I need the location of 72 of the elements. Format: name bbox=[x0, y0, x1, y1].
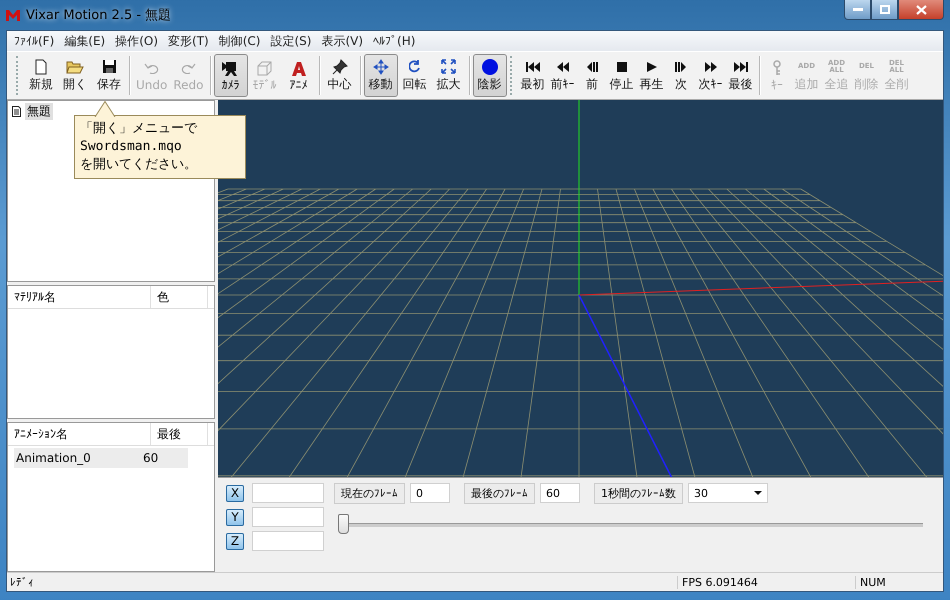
window-title: Vixar Motion 2.5 - 無題 bbox=[26, 7, 172, 24]
num-lock-indicator: NUM bbox=[855, 576, 904, 588]
toolbar-button[interactable]: 拡大 bbox=[432, 54, 466, 97]
input-field[interactable]: 60 bbox=[540, 483, 580, 503]
toolbar-button[interactable]: ｶﾒﾗ bbox=[214, 54, 248, 97]
move-icon bbox=[372, 58, 388, 75]
menu-item[interactable]: 表示(V) bbox=[316, 32, 368, 50]
toolbar-button[interactable]: 陰影 bbox=[472, 54, 506, 97]
toolbar-button[interactable]: 移動 bbox=[364, 54, 398, 97]
menu-item[interactable]: 操作(O) bbox=[110, 32, 164, 50]
close-button[interactable] bbox=[898, 0, 944, 20]
key-icon bbox=[772, 60, 782, 76]
toolbar-button[interactable]: 最後 bbox=[726, 54, 756, 97]
rotate-icon bbox=[408, 58, 420, 75]
document-icon bbox=[34, 58, 48, 75]
column-header[interactable]: 色 bbox=[151, 286, 208, 308]
table-row[interactable]: Animation_0 60 bbox=[14, 448, 188, 468]
slider-thumb[interactable] bbox=[338, 514, 349, 534]
save-icon bbox=[102, 58, 116, 75]
caret-icon bbox=[754, 491, 762, 495]
field-label: 1秒間のﾌﾚｰﾑ数 bbox=[594, 483, 683, 504]
column-header[interactable]: ｱﾆﾒｰｼｮﾝ名 bbox=[8, 423, 151, 446]
toolbar-button[interactable]: 前 bbox=[578, 54, 606, 97]
maximize-icon bbox=[880, 5, 890, 14]
toolbar-button[interactable]: 開く bbox=[58, 54, 92, 97]
dropdown[interactable]: 30 bbox=[688, 483, 768, 503]
input-field[interactable] bbox=[252, 531, 324, 551]
minimize-button[interactable] bbox=[844, 0, 871, 20]
input-field[interactable] bbox=[252, 507, 324, 527]
fps-readout: FPS 6.091464 bbox=[677, 576, 816, 588]
pin-icon bbox=[332, 58, 348, 75]
toolbar-button[interactable]: 回転 bbox=[398, 54, 432, 97]
axis-button[interactable]: X bbox=[226, 484, 244, 502]
expand-icon bbox=[441, 58, 456, 75]
column-header[interactable]: ﾏﾃﾘｱﾙ名 bbox=[8, 286, 151, 308]
tree-item[interactable]: 無題 bbox=[25, 103, 53, 120]
menu-item[interactable]: 変形(T) bbox=[163, 32, 214, 50]
input-field[interactable] bbox=[252, 483, 324, 503]
toolbar-button[interactable]: 次ｷｰ bbox=[696, 54, 726, 97]
maximize-button[interactable] bbox=[871, 0, 898, 20]
app-logo-icon bbox=[6, 9, 20, 21]
toolbar-button[interactable]: 保存 bbox=[92, 54, 126, 97]
input-field[interactable]: 0 bbox=[410, 483, 450, 503]
toolbar-button[interactable]: 再生 bbox=[636, 54, 666, 97]
field-label: 現在のﾌﾚｰﾑ bbox=[334, 483, 405, 504]
menu-item[interactable]: ﾍﾙﾌﾟ(H) bbox=[368, 34, 420, 48]
table-cell-text: Animation_0 bbox=[15, 450, 92, 468]
toolbar-button[interactable]: 中心 bbox=[322, 54, 356, 97]
toolbar-button[interactable]: 新規 bbox=[24, 54, 58, 97]
toolbar-button[interactable]: 停止 bbox=[606, 54, 636, 97]
toolbar-button[interactable]: 次 bbox=[666, 54, 696, 97]
field-label: 最後のﾌﾚｰﾑ bbox=[464, 483, 535, 504]
toolbar-button[interactable]: 前ｷｰ bbox=[548, 54, 578, 97]
toolbar-button[interactable]: ｱﾆﾒ bbox=[282, 54, 316, 97]
sphere-icon bbox=[480, 58, 498, 75]
column-header[interactable]: 最後 bbox=[151, 423, 208, 446]
3d-viewport[interactable] bbox=[218, 100, 943, 477]
axis-button[interactable]: Z bbox=[226, 532, 244, 550]
cube-icon bbox=[257, 60, 272, 76]
menu-item[interactable]: 設定(S) bbox=[265, 32, 316, 50]
toolbar-button[interactable]: 最初 bbox=[518, 54, 548, 97]
menu-item[interactable]: 制御(C) bbox=[214, 32, 266, 50]
axis-button[interactable]: Y bbox=[226, 508, 244, 526]
document-icon bbox=[12, 106, 21, 117]
minimize-icon bbox=[852, 8, 862, 12]
menu-item[interactable]: 編集(E) bbox=[59, 32, 110, 50]
menu-item[interactable]: ﾌｧｲﾙ(F) bbox=[9, 34, 60, 48]
timeline-slider[interactable] bbox=[338, 514, 923, 534]
close-icon bbox=[916, 4, 926, 14]
table-cell-text: 60 bbox=[142, 450, 160, 468]
letter-icon bbox=[290, 60, 306, 76]
status-text: ﾚﾃﾞｨ bbox=[9, 576, 35, 588]
